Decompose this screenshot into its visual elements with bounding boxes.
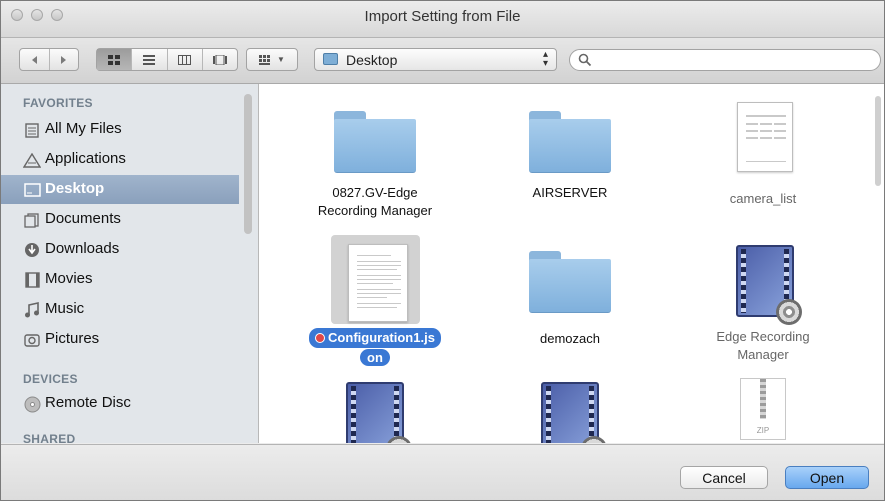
window-title: Import Setting from File [364, 8, 521, 25]
file-name: demozach [540, 331, 600, 346]
arrange-menu-button[interactable]: ▼ [246, 48, 298, 71]
column-view-icon [178, 54, 192, 65]
sidebar-item-music[interactable]: Music [1, 295, 239, 324]
search-input[interactable] [596, 52, 876, 70]
zip-label: ZIP [756, 426, 770, 435]
file-dialog-window: Import Setting from File ▼ Desktop ▴ ▾ F… [0, 0, 885, 501]
sidebar-item-label: Movies [45, 270, 93, 287]
sidebar-item-label: Desktop [45, 180, 105, 197]
sidebar-section-favorites: FAVORITES [23, 96, 93, 110]
sidebar-item-label: Remote Disc [45, 394, 131, 411]
movie-app-icon [736, 245, 802, 325]
sidebar: FAVORITES All My Files Applications Desk… [1, 84, 259, 443]
location-label: Desktop [346, 52, 398, 68]
content-scrollbar[interactable] [875, 96, 881, 186]
folder-icon [323, 53, 338, 65]
sidebar-section-shared: SHARED [23, 432, 76, 443]
sidebar-item-documents[interactable]: Documents [1, 205, 239, 234]
back-forward-control [19, 48, 79, 71]
chevron-down-icon: ▼ [277, 55, 285, 64]
sidebar-item-label: All My Files [45, 120, 122, 137]
sidebar-item-remote-disc[interactable]: Remote Disc [1, 389, 239, 418]
file-name-line2: on [360, 349, 390, 366]
desktop-icon [23, 182, 41, 198]
icon-view-icon [108, 54, 121, 65]
file-name: Configuration1.js [328, 330, 435, 345]
folder-icon [529, 111, 611, 173]
pictures-icon [23, 332, 41, 348]
open-button[interactable]: Open [785, 466, 869, 489]
column-view-button[interactable] [166, 49, 202, 70]
file-name: 0827.GV-Edge [332, 185, 418, 200]
remote-disc-icon [23, 396, 41, 412]
forward-button[interactable] [48, 49, 79, 70]
sidebar-item-label: Pictures [45, 330, 100, 347]
view-mode-control [96, 48, 238, 71]
list-view-icon [143, 54, 156, 65]
search-field[interactable] [569, 49, 881, 71]
file-name: camera_list [729, 191, 797, 206]
file-name-line2: Manager [737, 347, 789, 362]
chevron-left-icon [31, 55, 37, 64]
icon-view-button[interactable] [97, 49, 132, 70]
zip-archive-icon: ZIP [740, 378, 786, 440]
folder-icon [334, 111, 416, 173]
sidebar-item-pictures[interactable]: Pictures [1, 325, 239, 354]
selected-file-name[interactable]: Configuration1.js [309, 328, 441, 348]
file-browser: 0827.GV-Edge Recording Manager AIRSERVER… [259, 84, 884, 443]
spreadsheet-document-icon [737, 102, 793, 172]
file-name-line2: Recording Manager [317, 203, 433, 218]
sidebar-item-desktop[interactable]: Desktop [1, 175, 239, 204]
json-document-icon [348, 244, 408, 322]
sidebar-item-label: Documents [45, 210, 121, 227]
documents-icon [23, 212, 41, 228]
sidebar-item-applications[interactable]: Applications [1, 145, 239, 174]
toolbar: ▼ Desktop ▴ ▾ [1, 38, 884, 84]
sidebar-section-devices: DEVICES [23, 372, 78, 386]
all-files-icon [23, 122, 41, 138]
file-name: Edge Recording [716, 329, 810, 344]
sidebar-item-movies[interactable]: Movies [1, 265, 239, 294]
downloads-icon [23, 242, 41, 258]
list-view-button[interactable] [131, 49, 166, 70]
sidebar-item-downloads[interactable]: Downloads [1, 235, 239, 264]
coverflow-view-button[interactable] [201, 49, 237, 70]
file-name: AIRSERVER [532, 185, 608, 200]
arrange-button-face[interactable]: ▼ [247, 49, 297, 70]
cancel-button[interactable]: Cancel [680, 466, 768, 489]
location-popup[interactable]: Desktop ▴ ▾ [314, 48, 557, 71]
movie-app-icon [541, 382, 607, 443]
folder-icon [529, 251, 611, 313]
movies-icon [23, 272, 41, 288]
updown-arrows-icon: ▴ ▾ [542, 49, 548, 69]
sidebar-item-label: Applications [45, 150, 126, 167]
dialog-button-bar: Cancel Open [1, 444, 884, 500]
title-bar: Import Setting from File [1, 1, 884, 38]
arrange-icon [259, 54, 271, 65]
back-button[interactable] [20, 49, 49, 70]
sidebar-scrollbar[interactable] [244, 94, 252, 234]
applications-icon [23, 152, 41, 168]
movie-app-icon [346, 382, 412, 443]
sidebar-item-label: Downloads [45, 240, 120, 257]
music-icon [23, 302, 41, 318]
search-icon [578, 53, 592, 67]
red-tag-icon [315, 333, 326, 343]
chevron-right-icon [61, 55, 67, 64]
sidebar-item-all-my-files[interactable]: All My Files [1, 115, 239, 144]
sidebar-item-label: Music [45, 300, 85, 317]
coverflow-view-icon [212, 54, 227, 65]
